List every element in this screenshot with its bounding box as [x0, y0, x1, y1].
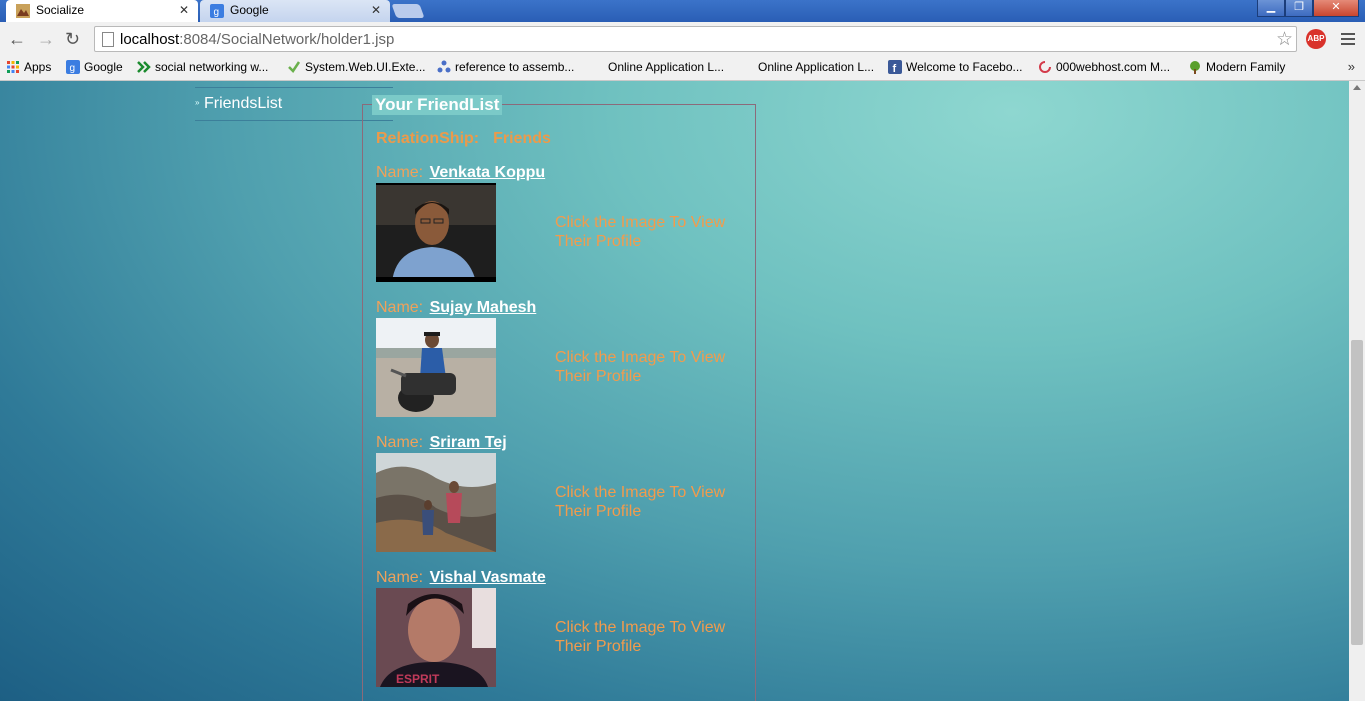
close-tab-icon[interactable]: ✕ — [371, 3, 381, 17]
profile-photo-image — [376, 318, 496, 417]
relationship-value: Friends — [493, 130, 551, 147]
profile-photo-image — [376, 183, 496, 282]
friend-card: Name: Venkata Koppu Click the Image To V… — [376, 164, 746, 299]
double-chevron-icon — [137, 61, 151, 73]
view-profile-hint: Click the Image To View Their Profile — [555, 214, 726, 250]
checkmark-icon — [288, 61, 301, 73]
close-tab-icon[interactable]: ✕ — [179, 3, 189, 17]
window-controls: ▁ ❐ ✕ — [1257, 0, 1359, 17]
friendlist-legend: Your FriendList — [372, 95, 503, 115]
socialize-favicon-icon — [16, 4, 30, 18]
tab-title: Google — [230, 3, 269, 17]
profile-photo-image: ESPRIT — [376, 588, 496, 687]
friend-photo[interactable] — [376, 183, 496, 282]
profile-photo-image — [376, 453, 496, 552]
adblock-plus-icon[interactable]: ABP — [1306, 29, 1326, 49]
forward-arrow-icon[interactable]: → — [37, 29, 55, 50]
page-icon — [102, 32, 114, 47]
friend-photo[interactable]: ESPRIT — [376, 588, 496, 687]
bookmark-000webhost[interactable]: 000webhost.com M... — [1038, 60, 1170, 74]
bookmark-google[interactable]: g Google — [66, 60, 123, 74]
bookmark-apps[interactable]: Apps — [6, 60, 51, 74]
scrollbar-thumb[interactable] — [1351, 340, 1363, 645]
bookmark-star-icon[interactable]: ☆ — [1276, 28, 1293, 51]
reload-icon[interactable]: ↻ — [65, 29, 80, 50]
friend-name-link[interactable]: Vishal Vasmate — [430, 569, 546, 586]
view-profile-hint: Click the Image To View Their Profile — [555, 619, 726, 655]
minimize-icon[interactable]: ▁ — [1257, 0, 1285, 17]
friend-photo[interactable] — [376, 453, 496, 552]
friend-name-row: Name: Venkata Koppu — [376, 164, 546, 181]
friend-name-row: Name: Sriram Tej — [376, 434, 507, 451]
molecule-icon — [437, 60, 451, 73]
svg-text:g: g — [70, 63, 76, 74]
friend-name-row: Name: Sujay Mahesh — [376, 299, 537, 316]
restore-icon[interactable]: ❐ — [1285, 0, 1313, 17]
tab-socialize[interactable]: Socialize ✕ — [6, 0, 198, 22]
bookmark-online-application-2[interactable]: Online Application L... — [758, 60, 874, 74]
friend-card: Name: Sriram Tej Click the Image To View… — [376, 434, 746, 569]
svg-text:ESPRIT: ESPRIT — [396, 672, 440, 686]
friend-name-link[interactable]: Sujay Mahesh — [430, 299, 537, 316]
bullet-icon: » — [195, 98, 200, 107]
new-tab-button[interactable] — [391, 4, 425, 18]
friend-card: Name: Sujay Mahesh Click the Image To Vi… — [376, 299, 746, 434]
facebook-icon: f — [888, 60, 902, 74]
tree-icon — [1190, 61, 1200, 74]
bookmark-system-web-ui[interactable]: System.Web.UI.Exte... — [287, 60, 425, 74]
friend-card: Name: Vishal Vasmate ESPRIT Click the Im… — [376, 569, 746, 701]
bookmark-social-networking[interactable]: social networking w... — [137, 60, 268, 74]
page-scrollbar[interactable] — [1349, 81, 1365, 701]
tab-title: Socialize — [36, 3, 85, 17]
window-close-icon[interactable]: ✕ — [1313, 0, 1359, 17]
bookmarks-overflow-icon[interactable]: » — [1348, 59, 1355, 74]
title-bar: Socialize ✕ g Google ✕ ▁ ❐ ✕ — [0, 0, 1365, 22]
view-profile-hint: Click the Image To View Their Profile — [555, 349, 726, 385]
friend-name-link[interactable]: Venkata Koppu — [430, 164, 546, 181]
tab-google[interactable]: g Google ✕ — [200, 0, 390, 22]
friend-photo[interactable] — [376, 318, 496, 417]
google-favicon-icon: g — [210, 4, 224, 18]
bookmarks-bar: Apps g Google social networking w... Syst… — [0, 56, 1365, 81]
swirl-icon — [1039, 61, 1051, 73]
browser-toolbar: ← → ↻ localhost:8084/SocialNetwork/holde… — [0, 22, 1365, 56]
svg-text:g: g — [214, 7, 220, 18]
sidebar-item-label: FriendsList — [204, 95, 283, 112]
relationship-label: RelationShip: — [376, 130, 480, 147]
view-profile-hint: Click the Image To View Their Profile — [555, 484, 726, 520]
bookmark-facebook[interactable]: f Welcome to Facebo... — [888, 60, 1023, 74]
address-bar[interactable]: localhost:8084/SocialNetwork/holder1.jsp… — [94, 26, 1297, 52]
chrome-menu-icon[interactable] — [1341, 33, 1355, 48]
scroll-up-icon[interactable] — [1353, 85, 1361, 90]
friend-name-row: Name: Vishal Vasmate — [376, 569, 546, 586]
page-content: » FriendsList Your FriendList RelationSh… — [0, 81, 1349, 701]
back-arrow-icon[interactable]: ← — [8, 29, 26, 50]
relationship-row: RelationShip: Friends — [376, 130, 565, 148]
bookmark-modern-family[interactable]: Modern Family — [1188, 60, 1285, 74]
google-icon: g — [66, 60, 80, 74]
bookmark-reference-assembly[interactable]: reference to assemb... — [437, 60, 574, 74]
url-text[interactable]: localhost:8084/SocialNetwork/holder1.jsp — [120, 31, 394, 48]
svg-text:f: f — [893, 63, 897, 74]
apps-grid-icon — [7, 61, 19, 73]
friend-name-link[interactable]: Sriram Tej — [430, 434, 507, 451]
bookmark-online-application-1[interactable]: Online Application L... — [608, 60, 724, 74]
